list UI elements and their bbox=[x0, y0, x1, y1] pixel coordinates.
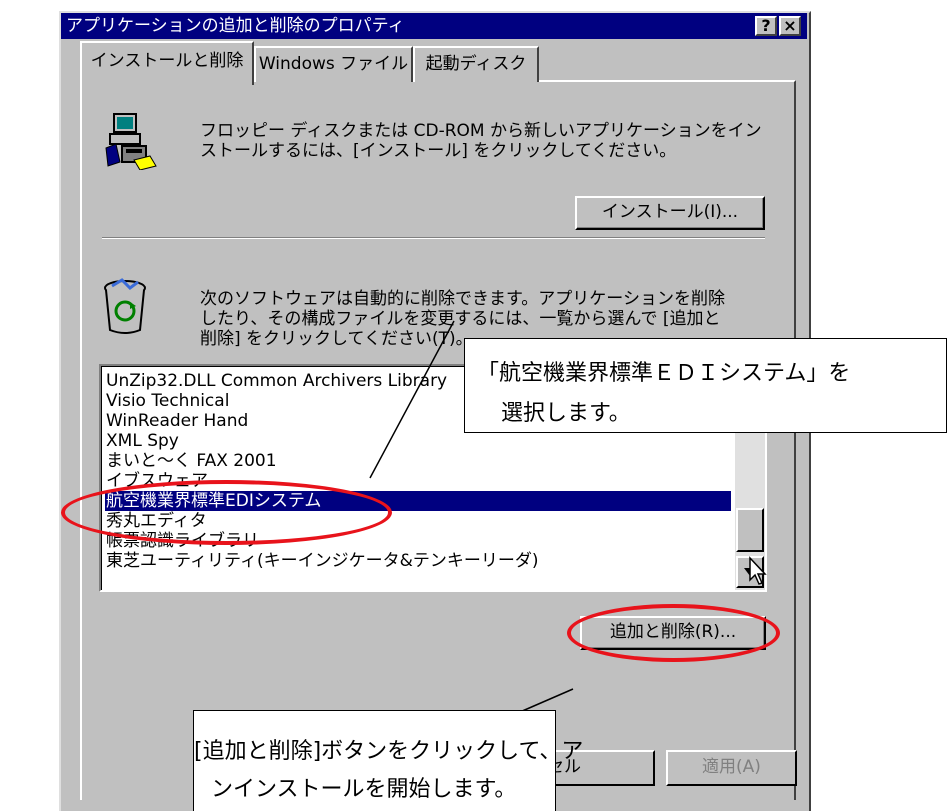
callout-click-line2: ンインストールを開始します。 bbox=[211, 777, 517, 802]
callout-select: 「航空機業界標準ＥＤＩシステム」を 選択します。 bbox=[464, 338, 947, 433]
button-highlight-ellipse bbox=[567, 604, 780, 662]
pointer-line-click bbox=[519, 688, 574, 713]
selection-highlight-ellipse bbox=[61, 480, 392, 545]
pointer-line-select bbox=[369, 320, 455, 479]
callout-select-line2: 選択します。 bbox=[501, 401, 631, 426]
tab-install-remove[interactable]: インストールと削除 bbox=[80, 41, 254, 85]
callout-click-line1: [追加と削除]ボタンをクリックして、ア bbox=[194, 739, 584, 764]
callout-click: [追加と削除]ボタンをクリックして、ア ンインストールを開始します。 bbox=[193, 710, 583, 811]
callout-select-line1: 「航空機業界標準ＥＤＩシステム」を bbox=[477, 361, 851, 386]
